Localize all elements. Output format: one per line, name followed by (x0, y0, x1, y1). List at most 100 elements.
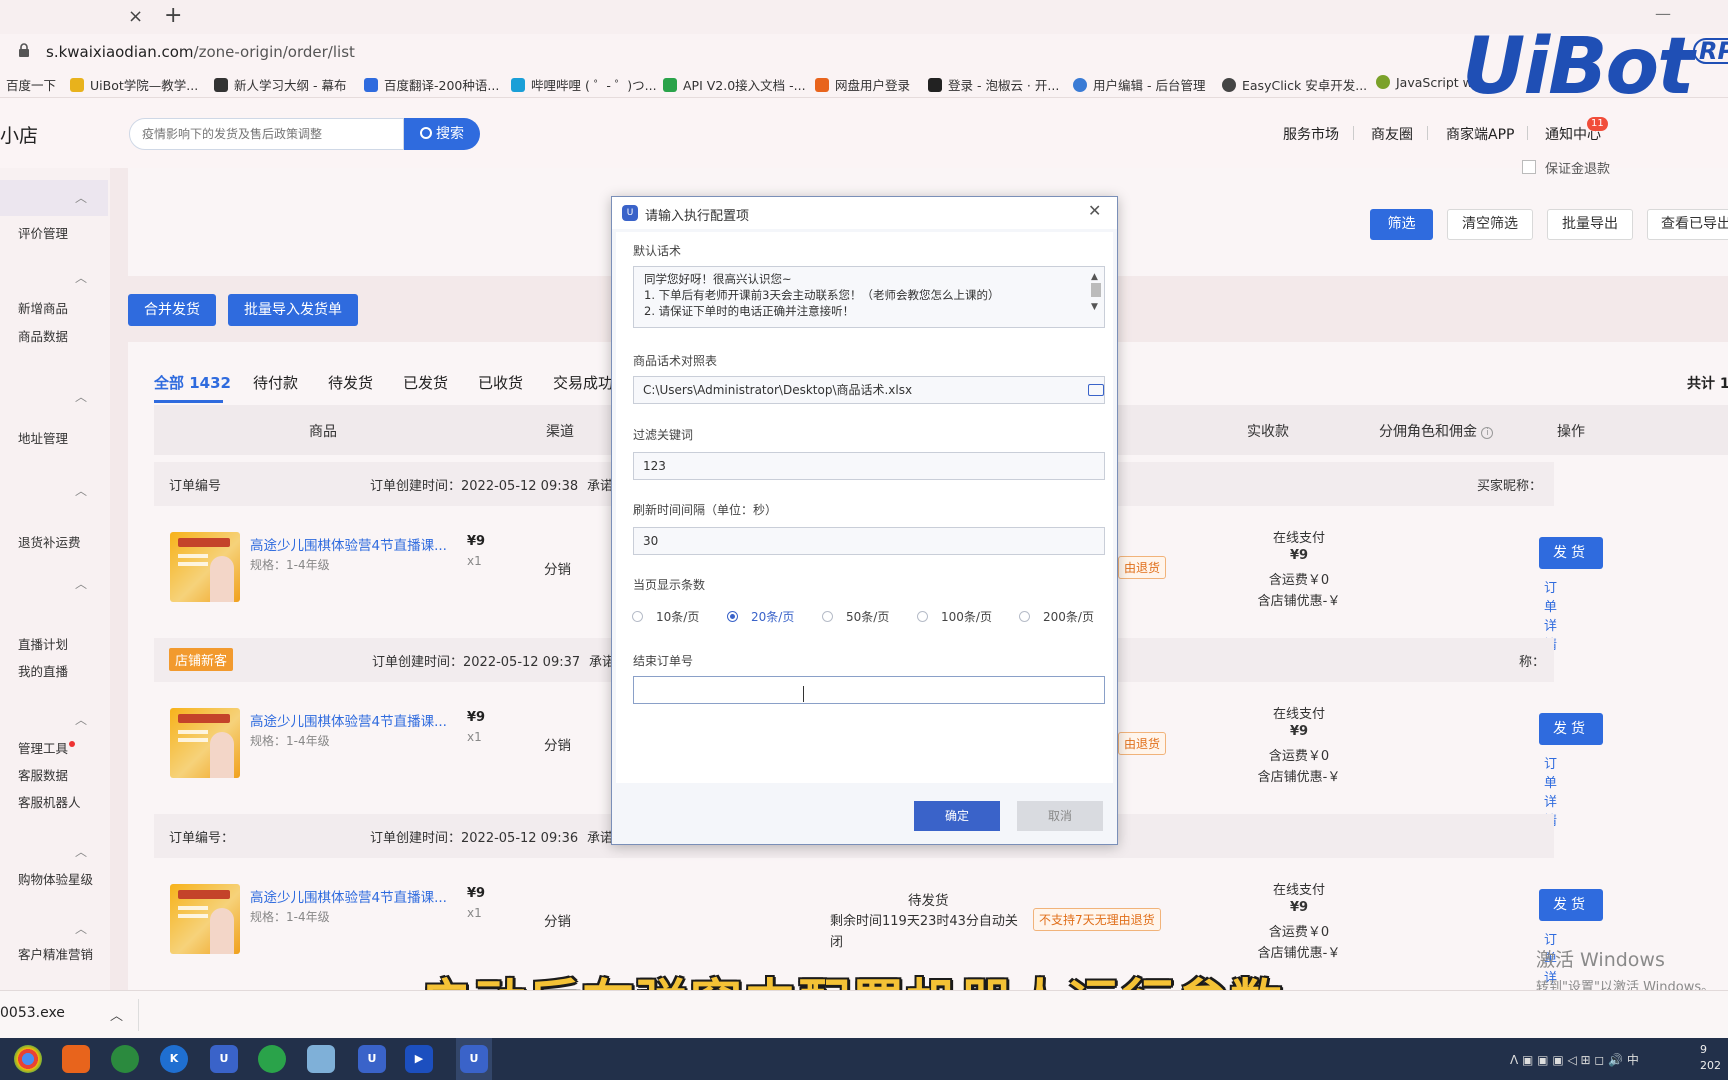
textarea-scrollbar[interactable]: ▲ ▼ (1090, 269, 1102, 325)
ship-button[interactable]: 发货 (1539, 889, 1603, 921)
search-input[interactable] (129, 118, 404, 150)
sidebar-group[interactable]: ︿ (0, 834, 108, 870)
wechat-icon[interactable] (258, 1045, 286, 1073)
confirm-button[interactable]: 确定 (914, 801, 1000, 831)
bookmark-item[interactable]: 用户编辑 - 后台管理 (1073, 75, 1205, 94)
link-merchant-circle[interactable]: 商友圈 (1371, 124, 1413, 144)
sidebar-item-product-data[interactable]: 商品数据 (18, 326, 68, 345)
order-channel: 分销 (544, 914, 571, 930)
dialog-titlebar[interactable]: U 请输入执行配置项 ✕ (612, 197, 1117, 229)
merge-ship-button[interactable]: 合并发货 (128, 294, 216, 326)
search-app-icon[interactable] (111, 1045, 139, 1073)
bookmark-item[interactable]: 哔哩哔哩 ( ゜- ゜)つ... (511, 75, 657, 94)
close-tab-icon[interactable]: × (128, 6, 143, 27)
sidebar-item-label: 管理工具 (18, 741, 69, 756)
tab-pending-shipment[interactable]: 待发货 (328, 372, 373, 393)
sidebar-group[interactable]: ︿ (0, 260, 108, 296)
uibot-creator-icon[interactable]: U (358, 1045, 386, 1073)
sidebar-item-cs-data[interactable]: 客服数据 (18, 765, 68, 784)
product-thumbnail[interactable] (170, 532, 240, 602)
script-line: 同学您好呀！很高兴认识您~ (644, 272, 792, 286)
k-app-icon[interactable]: K (160, 1045, 188, 1073)
sidebar-group[interactable]: ︿ (0, 566, 108, 602)
sidebar-item-return-shipping[interactable]: 退货补运费 (18, 532, 81, 551)
sidebar-group[interactable]: ︿ (0, 379, 108, 415)
bookmark-item[interactable]: 新人学习大纲 - 幕布 (214, 75, 346, 94)
sidebar-item-my-live[interactable]: 我的直播 (18, 661, 68, 680)
bookmark-item[interactable]: 登录 - 泡椒云 · 开... (928, 75, 1059, 94)
clock-date: 202 (1700, 1059, 1721, 1072)
uibot-app-icon[interactable]: U (210, 1045, 238, 1073)
tab-received[interactable]: 已收货 (478, 372, 523, 393)
bookmark-item[interactable]: EasyClick 安卓开发... (1222, 75, 1367, 94)
uibot-active-icon[interactable]: U (460, 1045, 488, 1073)
dialog-close-icon[interactable]: ✕ (1088, 201, 1101, 220)
bookmark-item[interactable]: 百度一下 (6, 75, 56, 94)
sidebar-item-management-tools[interactable]: 管理工具 (18, 738, 76, 757)
tab-pending-payment[interactable]: 待付款 (253, 372, 298, 393)
url-text[interactable]: s.kwaixiaodian.com/zone-origin/order/lis… (46, 43, 355, 61)
sidebar-item-live-plan[interactable]: 直播计划 (18, 634, 68, 653)
link-merchant-app[interactable]: 商家端APP (1446, 124, 1514, 144)
refresh-interval-input[interactable] (633, 527, 1105, 555)
page-size-option-50[interactable]: 50条/页 (822, 608, 889, 625)
bookmark-item[interactable]: 百度翻译-200种语... (364, 75, 499, 94)
batch-export-button[interactable]: 批量导出 (1547, 209, 1633, 240)
mapping-file-field[interactable]: C:\Users\Administrator\Desktop\商品话术.xlsx (633, 376, 1105, 404)
end-order-input[interactable] (633, 676, 1105, 704)
search-button[interactable]: 搜索 (404, 118, 480, 150)
uibot-worker-icon[interactable]: ▶ (405, 1045, 433, 1073)
chrome-icon[interactable] (14, 1045, 42, 1073)
sidebar-item-address[interactable]: 地址管理 (18, 428, 68, 447)
ship-button[interactable]: 发货 (1539, 713, 1603, 745)
sidebar-item-review[interactable]: 评价管理 (18, 223, 68, 242)
chevron-up-icon[interactable]: ︿ (110, 1005, 123, 1024)
media-app-icon[interactable] (62, 1045, 90, 1073)
cancel-button[interactable]: 取消 (1017, 801, 1103, 831)
bookmark-item[interactable]: 网盘用户登录 (815, 75, 910, 94)
bookmark-item[interactable]: UiBot学院—教学... (70, 75, 198, 94)
filter-keyword-input[interactable] (633, 452, 1105, 480)
folder-open-icon[interactable] (1088, 384, 1104, 396)
window-minimize-icon[interactable]: — (1655, 4, 1671, 23)
sidebar-group[interactable]: ︿ (0, 702, 108, 738)
system-tray[interactable]: ᐱ ▣ ▣ ▣ ◁ ⊞ ◻ 🔊 中 (1510, 1051, 1639, 1068)
sidebar-item-cs-robot[interactable]: 客服机器人 (18, 792, 81, 811)
page-size-option-10[interactable]: 10条/页 (632, 608, 699, 625)
order-channel: 分销 (544, 562, 571, 578)
sidebar-group[interactable]: ︿ (0, 180, 108, 216)
sidebar-item-new-product[interactable]: 新增商品 (18, 298, 68, 317)
page-size-option-100[interactable]: 100条/页 (917, 608, 992, 625)
page-size-option-200[interactable]: 200条/页 (1019, 608, 1094, 625)
scroll-down-icon[interactable]: ▼ (1091, 299, 1098, 315)
info-icon[interactable]: i (1481, 427, 1494, 439)
tab-shipped[interactable]: 已发货 (403, 372, 448, 393)
product-thumbnail[interactable] (170, 708, 240, 778)
system-clock[interactable]: 9 202 (1700, 1042, 1721, 1074)
view-exported-button[interactable]: 查看已导出 (1647, 209, 1728, 240)
sidebar-group[interactable]: ︿ (0, 473, 108, 509)
notepad-icon[interactable] (307, 1045, 335, 1073)
scroll-thumb[interactable] (1091, 283, 1101, 297)
bookmark-item[interactable]: API V2.0接入文档 -... (663, 75, 806, 94)
sidebar-item-customer-marketing[interactable]: 客户精准营销 (18, 944, 93, 963)
page-size-option-20[interactable]: 20条/页 (727, 608, 794, 625)
guarantee-checkbox[interactable] (1522, 160, 1536, 174)
ship-button[interactable]: 发货 (1539, 537, 1603, 569)
product-title-link[interactable]: 高途少儿围棋体验营4节直播课... (250, 886, 447, 906)
clear-filter-button[interactable]: 清空筛选 (1447, 209, 1533, 240)
product-title-link[interactable]: 高途少儿围棋体验营4节直播课... (250, 710, 447, 730)
sidebar-item-shopping-stars[interactable]: 购物体验星级 (18, 869, 93, 888)
download-file-name[interactable]: 0053.exe (0, 1005, 65, 1021)
filter-button[interactable]: 筛选 (1370, 209, 1433, 240)
default-script-textarea[interactable]: 同学您好呀！很高兴认识您~ 1. 下单后有老师开课前3天会主动联系您！（老师会教… (633, 266, 1105, 328)
batch-import-button[interactable]: 批量导入发货单 (228, 294, 358, 326)
sidebar-group[interactable]: ︿ (0, 911, 108, 947)
tab-completed[interactable]: 交易成功 (553, 372, 613, 393)
product-thumbnail[interactable] (170, 884, 240, 954)
link-service-market[interactable]: 服务市场 (1283, 124, 1339, 144)
refund-policy-tag: 由退货 (1118, 732, 1167, 755)
tab-all[interactable]: 全部 1432 (154, 372, 231, 393)
new-tab-icon[interactable]: + (164, 3, 182, 28)
product-title-link[interactable]: 高途少儿围棋体验营4节直播课... (250, 534, 447, 554)
